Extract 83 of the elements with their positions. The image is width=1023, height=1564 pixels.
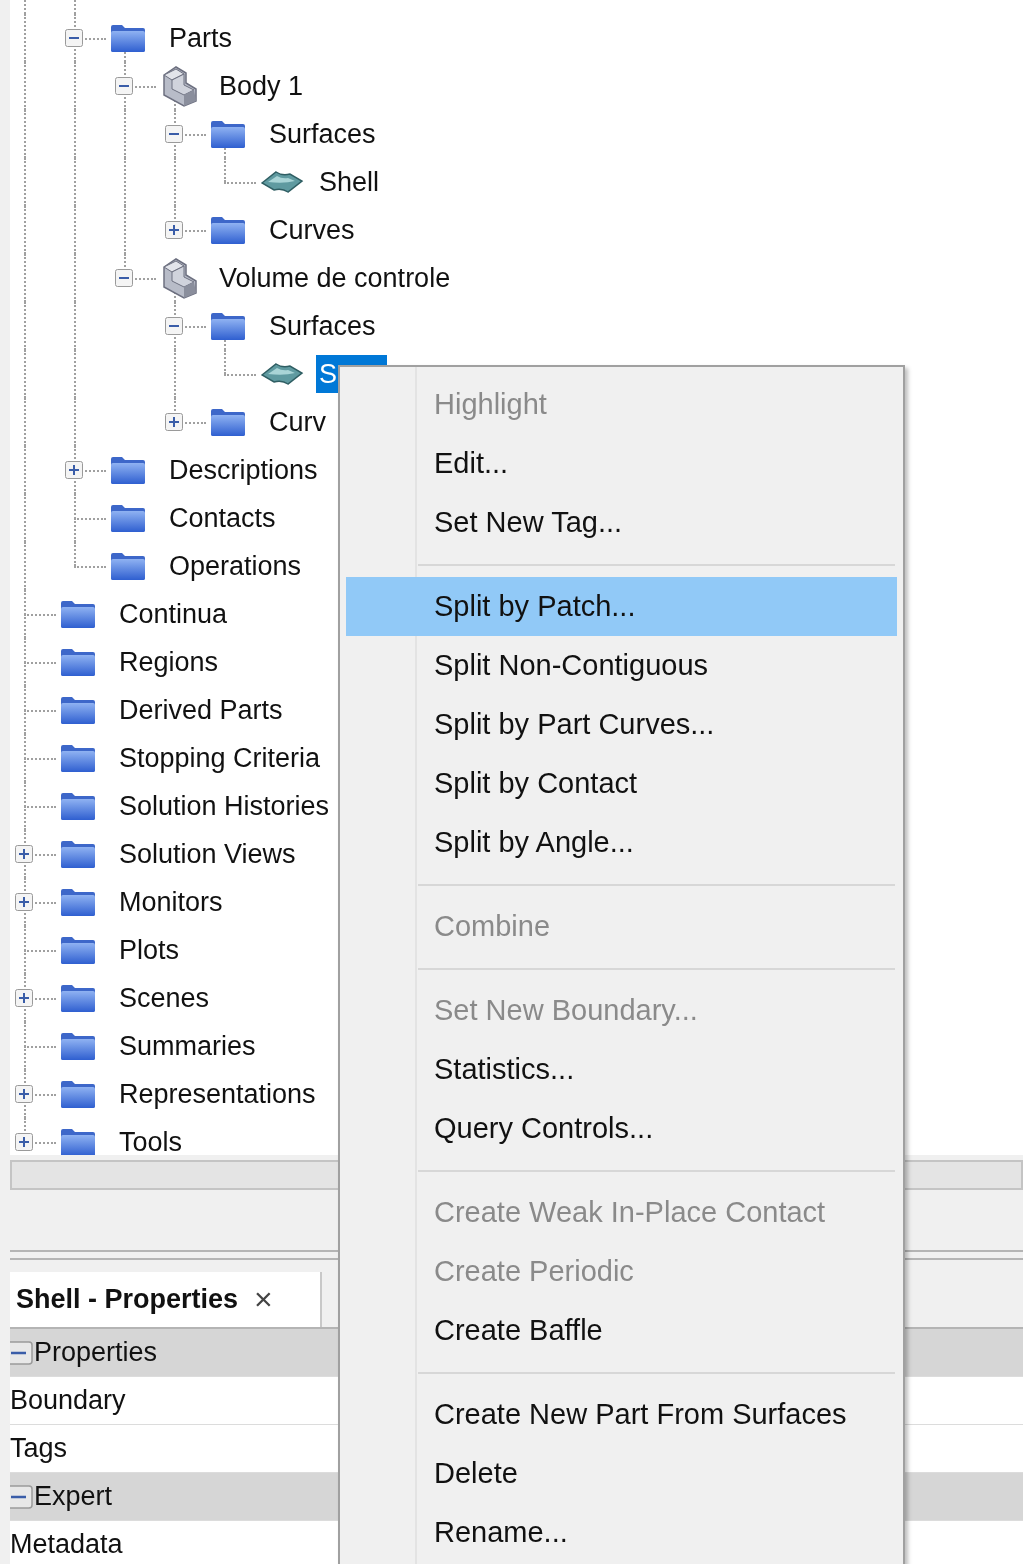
menu-item[interactable]: Split by Contact bbox=[346, 754, 897, 813]
surface-icon bbox=[260, 362, 304, 386]
menu-item[interactable]: Split by Angle... bbox=[346, 813, 897, 872]
folder-icon bbox=[60, 1031, 96, 1061]
surface-icon bbox=[260, 170, 304, 194]
tree-item[interactable]: Monitors bbox=[116, 883, 226, 921]
tree-item[interactable]: Regions bbox=[116, 643, 222, 681]
menu-item[interactable]: Statistics... bbox=[346, 1040, 897, 1099]
minus-box-icon[interactable] bbox=[115, 269, 133, 287]
folder-icon bbox=[60, 887, 96, 917]
tree-item[interactable]: Scenes bbox=[116, 979, 213, 1017]
group-label: Expert bbox=[34, 1481, 113, 1512]
folder-icon bbox=[110, 503, 146, 533]
tree-item[interactable]: Operations bbox=[166, 547, 305, 585]
plus-box-icon[interactable] bbox=[165, 413, 183, 431]
properties-tab[interactable]: Shell - Properties × bbox=[10, 1272, 322, 1327]
tree-item[interactable]: Body 1 bbox=[216, 67, 307, 105]
folder-icon bbox=[110, 551, 146, 581]
menu-item[interactable]: Split by Part Curves... bbox=[346, 695, 897, 754]
tree-item[interactable]: Shell bbox=[316, 163, 383, 201]
tree-item[interactable]: Stopping Criteria bbox=[116, 739, 324, 777]
folder-icon bbox=[60, 695, 96, 725]
tree-item[interactable]: Volume de controle bbox=[216, 259, 454, 297]
menu-item[interactable]: Create New Part From Surfaces bbox=[346, 1385, 897, 1444]
tree-item[interactable]: Descriptions bbox=[166, 451, 321, 489]
block-icon bbox=[160, 257, 200, 299]
plus-box-icon[interactable] bbox=[15, 1085, 33, 1103]
tree-item[interactable]: Continua bbox=[116, 595, 231, 633]
folder-icon bbox=[60, 647, 96, 677]
folder-icon bbox=[60, 743, 96, 773]
menu-item[interactable]: Delete bbox=[346, 1444, 897, 1503]
block-icon bbox=[160, 65, 200, 107]
menu-item[interactable]: Set New Tag... bbox=[346, 493, 897, 552]
folder-icon bbox=[60, 1127, 96, 1155]
group-label: Properties bbox=[34, 1337, 158, 1368]
menu-item[interactable]: Query Controls... bbox=[346, 1099, 897, 1158]
menu-item[interactable]: Rename... bbox=[346, 1503, 897, 1562]
plus-box-icon[interactable] bbox=[15, 989, 33, 1007]
tree-item[interactable]: Plots bbox=[116, 931, 183, 969]
plus-box-icon[interactable] bbox=[165, 221, 183, 239]
menu-item[interactable]: Edit... bbox=[346, 434, 897, 493]
folder-icon bbox=[210, 119, 246, 149]
property-label: Metadata bbox=[10, 1529, 123, 1560]
minus-box-icon[interactable] bbox=[10, 1339, 34, 1366]
plus-box-icon[interactable] bbox=[65, 461, 83, 479]
folder-icon bbox=[110, 23, 146, 53]
folder-icon bbox=[60, 599, 96, 629]
property-label: Tags bbox=[10, 1433, 68, 1464]
menu-item[interactable]: Create Baffle bbox=[346, 1301, 897, 1360]
tree-item[interactable]: Summaries bbox=[116, 1027, 259, 1065]
tree-item[interactable]: Curves bbox=[266, 211, 358, 249]
menu-item[interactable]: Split by Patch... bbox=[346, 577, 897, 636]
minus-box-icon[interactable] bbox=[165, 317, 183, 335]
folder-icon bbox=[210, 407, 246, 437]
folder-icon bbox=[60, 791, 96, 821]
folder-icon bbox=[110, 455, 146, 485]
plus-box-icon[interactable] bbox=[15, 845, 33, 863]
minus-box-icon[interactable] bbox=[10, 1483, 34, 1510]
tree-item[interactable]: Surfaces bbox=[266, 115, 379, 153]
folder-icon bbox=[60, 1079, 96, 1109]
tree-item[interactable]: Tools bbox=[116, 1123, 186, 1155]
minus-box-icon[interactable] bbox=[115, 77, 133, 95]
tree-item[interactable]: Curv bbox=[266, 403, 329, 441]
folder-icon bbox=[210, 215, 246, 245]
folder-icon bbox=[210, 311, 246, 341]
property-label: Boundary bbox=[10, 1385, 126, 1416]
minus-box-icon[interactable] bbox=[65, 29, 83, 47]
folder-icon bbox=[60, 935, 96, 965]
plus-box-icon[interactable] bbox=[15, 893, 33, 911]
folder-icon bbox=[60, 839, 96, 869]
tab-title: Shell - Properties bbox=[16, 1284, 239, 1315]
minus-box-icon[interactable] bbox=[165, 125, 183, 143]
menu-item[interactable]: Split Non-Contiguous bbox=[346, 636, 897, 695]
tree-item[interactable]: Representations bbox=[116, 1075, 319, 1113]
tree-item[interactable]: Solution Views bbox=[116, 835, 299, 873]
tree-item[interactable]: Parts bbox=[166, 19, 236, 57]
tree-item[interactable]: Contacts bbox=[166, 499, 279, 537]
tree-item[interactable]: Surfaces bbox=[266, 307, 379, 345]
close-button[interactable]: × bbox=[254, 1281, 273, 1318]
tree-item[interactable]: Derived Parts bbox=[116, 691, 286, 729]
tree-item[interactable]: Solution Histories bbox=[116, 787, 333, 825]
plus-box-icon[interactable] bbox=[15, 1133, 33, 1151]
folder-icon bbox=[60, 983, 96, 1013]
